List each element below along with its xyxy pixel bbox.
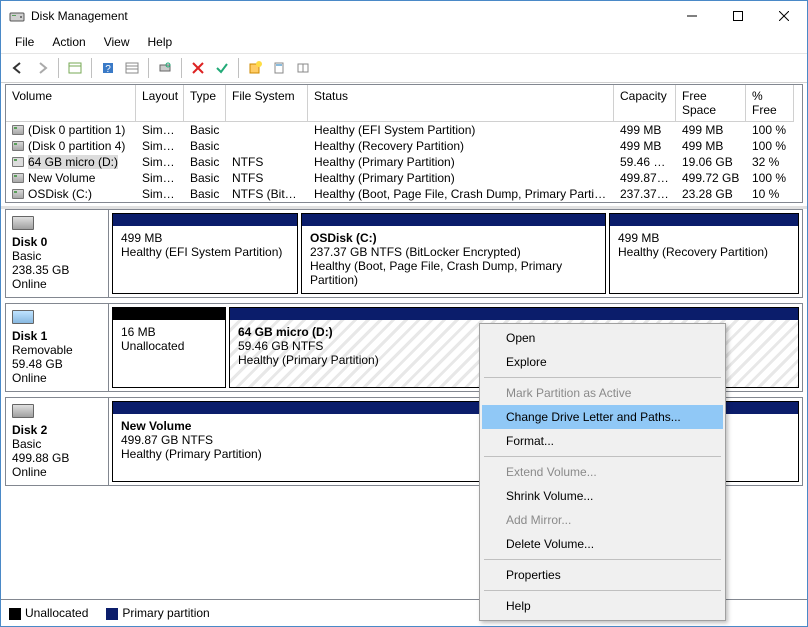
ctx-separator — [484, 559, 721, 560]
partition[interactable]: 499 MB Healthy (EFI System Partition) — [112, 213, 298, 294]
ctx-format[interactable]: Format... — [482, 429, 723, 453]
toolbar-refresh[interactable] — [154, 57, 176, 79]
ctx-explore[interactable]: Explore — [482, 350, 723, 374]
maximize-button[interactable] — [715, 1, 761, 31]
ctx-help[interactable]: Help — [482, 594, 723, 618]
drive-icon — [12, 157, 24, 167]
menu-view[interactable]: View — [96, 33, 138, 51]
forward-button[interactable] — [31, 57, 53, 79]
partition[interactable]: 499 MB Healthy (Recovery Partition) — [609, 213, 799, 294]
title-button-group — [669, 1, 807, 31]
disk-info[interactable]: Disk 2 Basic 499.88 GB Online — [6, 398, 109, 485]
toolbar-separator — [91, 58, 92, 78]
back-button[interactable] — [7, 57, 29, 79]
drive-icon — [12, 173, 24, 183]
volume-row[interactable]: (Disk 0 partition 4) Simple Basic Health… — [6, 138, 802, 154]
volume-row[interactable]: New Volume Simple Basic NTFS Healthy (Pr… — [6, 170, 802, 186]
toolbar-separator — [238, 58, 239, 78]
toolbar-separator — [181, 58, 182, 78]
col-header-fs[interactable]: File System — [226, 85, 308, 122]
drive-icon — [12, 189, 24, 199]
minimize-button[interactable] — [669, 1, 715, 31]
close-button[interactable] — [761, 1, 807, 31]
disk-row: Disk 0 Basic 238.35 GB Online 499 MB Hea… — [5, 209, 803, 298]
toolbar-detail-view[interactable] — [64, 57, 86, 79]
toolbar-check[interactable] — [211, 57, 233, 79]
volume-row[interactable]: OSDisk (C:) Simple Basic NTFS (BitLo... … — [6, 186, 802, 202]
partition-stripe — [302, 214, 605, 226]
ctx-add-mirror[interactable]: Add Mirror... — [482, 508, 723, 532]
toolbar-separator — [148, 58, 149, 78]
col-header-pctfree[interactable]: % Free — [746, 85, 794, 122]
window-title: Disk Management — [31, 9, 669, 23]
toolbar-separator — [58, 58, 59, 78]
toolbar-extra[interactable] — [292, 57, 314, 79]
legend-primary: Primary partition — [106, 606, 209, 620]
menu-help[interactable]: Help — [140, 33, 181, 51]
col-header-capacity[interactable]: Capacity — [614, 85, 676, 122]
volumes-table: Volume Layout Type File System Status Ca… — [5, 84, 803, 203]
toolbar: ? — [1, 54, 807, 83]
menu-bar: File Action View Help — [1, 31, 807, 54]
col-header-type[interactable]: Type — [184, 85, 226, 122]
ctx-mark-active[interactable]: Mark Partition as Active — [482, 381, 723, 405]
col-header-status[interactable]: Status — [308, 85, 614, 122]
swatch-black — [9, 608, 21, 620]
ctx-open[interactable]: Open — [482, 326, 723, 350]
title-bar: Disk Management — [1, 1, 807, 31]
col-header-layout[interactable]: Layout — [136, 85, 184, 122]
disk-icon — [12, 310, 34, 324]
disk-icon — [12, 216, 34, 230]
ctx-separator — [484, 377, 721, 378]
ctx-extend-volume[interactable]: Extend Volume... — [482, 460, 723, 484]
toolbar-list-view[interactable] — [121, 57, 143, 79]
disk-management-window: Disk Management File Action View Help ? — [0, 0, 808, 627]
drive-icon — [12, 125, 24, 135]
partition-stripe — [610, 214, 798, 226]
disk-info[interactable]: Disk 0 Basic 238.35 GB Online — [6, 210, 109, 297]
disk-info[interactable]: Disk 1 Removable 59.48 GB Online — [6, 304, 109, 391]
disk-icon — [12, 404, 34, 418]
volume-row[interactable]: 64 GB micro (D:) Simple Basic NTFS Healt… — [6, 154, 802, 170]
ctx-separator — [484, 456, 721, 457]
col-header-free[interactable]: Free Space — [676, 85, 746, 122]
ctx-properties[interactable]: Properties — [482, 563, 723, 587]
col-header-volume[interactable]: Volume — [6, 85, 136, 122]
volumes-rows: (Disk 0 partition 1) Simple Basic Health… — [6, 122, 802, 202]
volumes-header: Volume Layout Type File System Status Ca… — [6, 85, 802, 122]
volume-row[interactable]: (Disk 0 partition 1) Simple Basic Health… — [6, 122, 802, 138]
svg-text:?: ? — [105, 64, 111, 75]
ctx-change-drive-letter[interactable]: Change Drive Letter and Paths... — [482, 405, 723, 429]
app-icon — [9, 8, 25, 24]
partition-stripe — [230, 308, 798, 320]
toolbar-properties[interactable] — [268, 57, 290, 79]
partition-unallocated[interactable]: 16 MB Unallocated — [112, 307, 226, 388]
toolbar-new-partition[interactable] — [244, 57, 266, 79]
ctx-separator — [484, 590, 721, 591]
swatch-blue — [106, 608, 118, 620]
partition[interactable]: OSDisk (C:) 237.37 GB NTFS (BitLocker En… — [301, 213, 606, 294]
ctx-delete-volume[interactable]: Delete Volume... — [482, 532, 723, 556]
menu-action[interactable]: Action — [44, 33, 93, 51]
disk-partitions: 499 MB Healthy (EFI System Partition) OS… — [109, 210, 802, 297]
partition-stripe — [113, 214, 297, 226]
partition-stripe — [113, 308, 225, 320]
legend-unallocated: Unallocated — [9, 606, 88, 620]
toolbar-delete[interactable] — [187, 57, 209, 79]
ctx-shrink-volume[interactable]: Shrink Volume... — [482, 484, 723, 508]
help-button[interactable]: ? — [97, 57, 119, 79]
drive-icon — [12, 141, 24, 151]
menu-file[interactable]: File — [7, 33, 42, 51]
context-menu: Open Explore Mark Partition as Active Ch… — [479, 323, 726, 621]
